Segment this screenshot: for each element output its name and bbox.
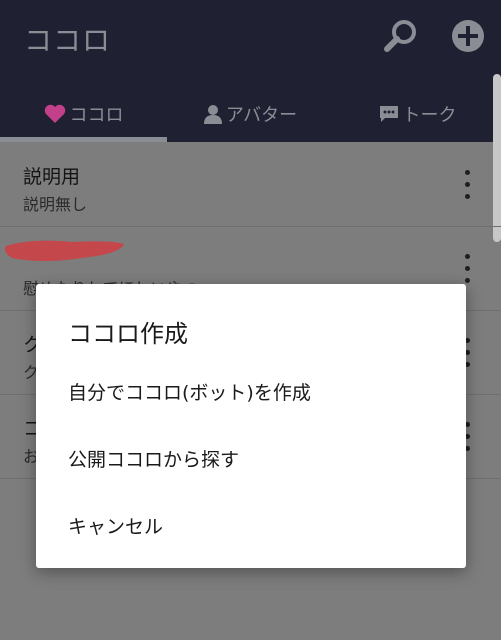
tab-kokoro[interactable]: ココロ xyxy=(0,86,167,142)
person-icon xyxy=(203,104,222,124)
redaction-mark xyxy=(4,240,125,261)
tab-label: ココロ xyxy=(69,105,124,126)
tab-bar: ココロ アバター トーク xyxy=(0,86,501,142)
app-bar: ココロ ココロ アバター トーク xyxy=(0,0,501,142)
tab-avatar[interactable]: アバター xyxy=(167,86,334,142)
more-menu-icon[interactable] xyxy=(460,168,474,202)
app-title: ココロ xyxy=(24,24,112,57)
heart-icon xyxy=(44,104,66,124)
add-icon[interactable] xyxy=(450,18,486,54)
chat-icon xyxy=(379,104,399,124)
tab-label: トーク xyxy=(402,105,457,126)
tab-label: アバター xyxy=(225,105,298,126)
item-name: 説明用 xyxy=(23,166,81,188)
cancel-option[interactable]: キャンセル xyxy=(68,512,163,539)
browse-public-option[interactable]: 公開ココロから探す xyxy=(68,445,239,472)
list-item[interactable]: 説明用 説明無し xyxy=(0,142,501,227)
more-menu-icon[interactable] xyxy=(460,252,474,286)
tab-talk[interactable]: トーク xyxy=(334,86,501,142)
dialog-title: ココロ作成 xyxy=(68,320,188,348)
create-kokoro-dialog: ココロ作成 自分でココロ(ボット)を作成 公開ココロから探す キャンセル xyxy=(36,284,466,568)
search-icon[interactable] xyxy=(383,18,419,54)
create-own-option[interactable]: 自分でココロ(ボット)を作成 xyxy=(68,378,311,405)
item-description: 説明無し xyxy=(23,195,88,214)
